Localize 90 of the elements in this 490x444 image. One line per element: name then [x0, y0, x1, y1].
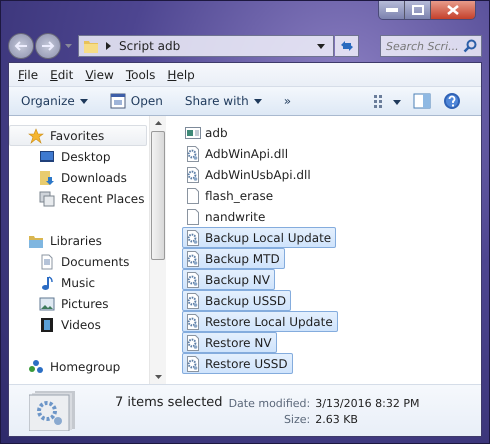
gear-file-icon	[185, 146, 201, 162]
close-icon	[447, 5, 459, 15]
list-entry[interactable]: Restore Local Update	[182, 311, 338, 332]
list-entry[interactable]: Backup NV	[182, 269, 275, 290]
chevron-icon	[106, 42, 112, 50]
list-entry[interactable]: flash_erase	[182, 185, 278, 206]
gear-file-icon	[185, 334, 201, 350]
detail-value: 2.63 KB	[315, 413, 359, 426]
gear-file-icon	[185, 250, 201, 266]
list-entry[interactable]: Backup MTD	[182, 248, 285, 269]
preview-pane-icon	[413, 93, 431, 109]
selection-summary: 7 items selected	[115, 395, 223, 410]
download-folder-icon	[39, 170, 55, 186]
down-arrow-icon	[154, 375, 162, 379]
gear-file-icon	[185, 230, 201, 246]
refresh-button[interactable]	[335, 35, 359, 57]
sidebar-item[interactable]: Favorites	[9, 125, 147, 146]
menu-item[interactable]: View	[80, 68, 120, 82]
monitor-icon	[39, 148, 55, 164]
sidebar-item[interactable]: Videos	[9, 314, 147, 335]
forward-arrow-icon	[41, 40, 55, 52]
folder-icon	[83, 38, 99, 54]
list-entry[interactable]: Backup USSD	[182, 290, 292, 311]
caret-icon	[254, 98, 262, 104]
search-icon	[463, 39, 477, 53]
detail-value: 3/13/2016 8:32 PM	[315, 397, 420, 410]
gear-file-icon	[185, 292, 201, 308]
detail-label: Date modified:	[228, 397, 310, 410]
menu-item[interactable]: Help	[162, 68, 201, 82]
help-icon	[443, 92, 461, 110]
sidebar-item[interactable]: Music	[9, 272, 147, 293]
back-button[interactable]	[8, 33, 34, 59]
close-button[interactable]	[431, 1, 475, 19]
up-arrow-icon	[154, 121, 162, 125]
list-entry[interactable]: Restore USSD	[182, 353, 293, 374]
sidebar-item[interactable]: Recent Places	[9, 188, 147, 209]
picture-icon	[39, 296, 55, 312]
maximize-icon	[412, 5, 424, 15]
star-icon	[28, 128, 44, 144]
sidebar-item[interactable]: Downloads	[9, 167, 147, 188]
toolbar-button[interactable]: Organize	[21, 91, 96, 111]
refresh-icon	[338, 39, 354, 53]
list-entry[interactable]: adb	[182, 122, 233, 143]
caret-icon	[80, 98, 88, 104]
film-icon	[39, 316, 55, 332]
gear-file-icon	[185, 166, 201, 182]
caret-icon[interactable]	[317, 44, 325, 48]
sidebar-item[interactable]: Libraries	[9, 230, 147, 251]
minimize-button[interactable]	[379, 1, 405, 19]
gear-stack-icon	[29, 391, 75, 431]
view-grid-icon	[373, 94, 401, 108]
open-button[interactable]: Open	[110, 90, 171, 112]
back-arrow-icon	[14, 40, 28, 52]
more-button[interactable]: »	[284, 91, 300, 111]
homegroup-icon	[28, 358, 44, 374]
address-path: Script adb	[119, 39, 180, 53]
gear-file-icon	[185, 314, 201, 330]
list-entry[interactable]: nandwrite	[182, 206, 270, 227]
help-button[interactable]	[441, 90, 463, 112]
list-entry[interactable]: Backup Local Update	[182, 227, 336, 248]
sidebar-item[interactable]: Pictures	[9, 293, 147, 314]
detail-label: Size:	[282, 413, 310, 426]
preview-pane-button[interactable]	[411, 91, 433, 111]
sidebar-item[interactable]: Desktop	[9, 146, 147, 167]
menu-item[interactable]: Tools	[120, 68, 162, 82]
search-field[interactable]: Search Scri...	[380, 35, 482, 57]
toolbar-button[interactable]: Share with	[184, 91, 270, 111]
gear-file-icon	[185, 272, 201, 288]
sidebar-item[interactable]: Documents	[9, 251, 147, 272]
menu-item[interactable]: Edit	[45, 68, 80, 82]
list-entry[interactable]: Restore NV	[182, 332, 277, 353]
music-note-icon	[39, 274, 55, 290]
list-entry[interactable]: AdbWinApi.dll	[182, 143, 294, 164]
application-icon	[185, 124, 201, 140]
blank-file-icon	[185, 188, 201, 204]
address-bar[interactable]: Script adb	[78, 35, 334, 57]
gear-file-icon	[185, 356, 201, 372]
document-icon	[39, 254, 55, 270]
forward-button[interactable]	[35, 33, 61, 59]
recent-places-icon	[39, 190, 55, 206]
maximize-button[interactable]	[405, 1, 431, 19]
scroll-thumb[interactable]	[151, 131, 165, 260]
sidebar-item[interactable]: Homegroup	[9, 356, 147, 377]
menu-item[interactable]: File	[13, 68, 44, 82]
list-entry[interactable]: AdbWinUsbApi.dll	[182, 164, 316, 185]
scrollbar[interactable]	[149, 116, 166, 384]
minimize-icon	[386, 8, 398, 12]
blank-file-icon	[185, 208, 201, 224]
window-icon	[110, 93, 126, 109]
view-options-button[interactable]	[371, 92, 403, 110]
